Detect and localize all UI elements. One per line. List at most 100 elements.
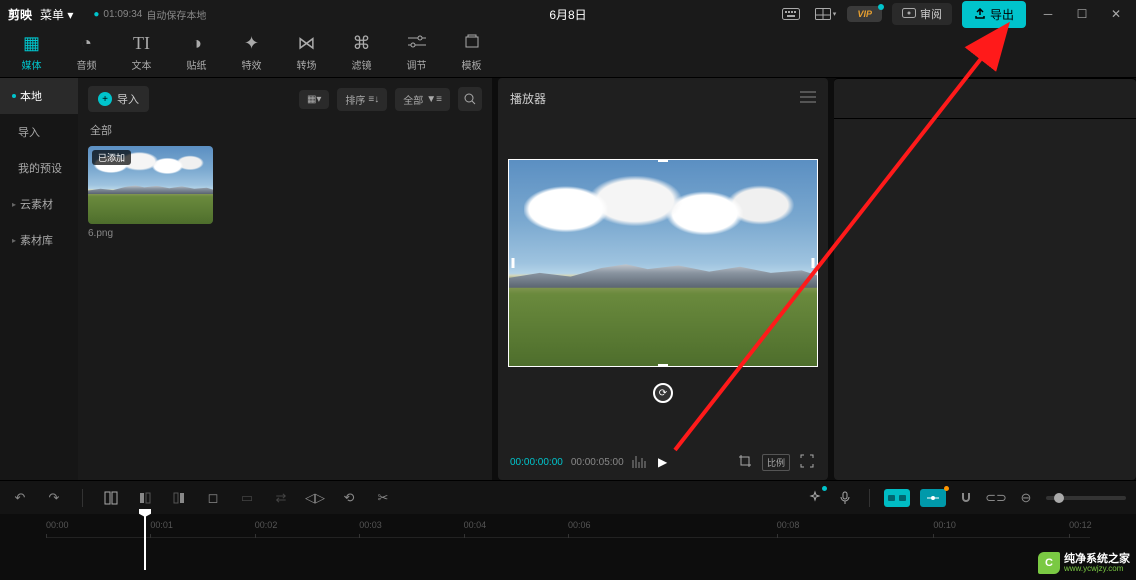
- track-chip-1[interactable]: [884, 489, 910, 507]
- sort-icon: ≡↓: [368, 94, 379, 105]
- autosave-text: 自动保存本地: [146, 7, 206, 22]
- media-toolbar: + 导入 ▦▾ 排序 ≡↓ 全部 ▼≡: [88, 86, 482, 112]
- sidebar-item-local[interactable]: 本地: [0, 78, 78, 114]
- crop-button[interactable]: ◻: [203, 488, 223, 508]
- media-sidebar: 本地 导入 我的预设 ▸ 云素材 ▸ 素材库: [0, 78, 78, 480]
- zoom-slider[interactable]: [1046, 496, 1126, 500]
- project-name[interactable]: 6月8日: [549, 6, 586, 23]
- app-logo: 剪映: [8, 6, 32, 23]
- fullscreen-icon[interactable]: [798, 454, 816, 471]
- crop2-button[interactable]: ✂: [373, 488, 393, 508]
- timeline[interactable]: 00:00 00:01 00:02 00:03 00:04 00:06 00:0…: [0, 514, 1136, 574]
- sidebar-label: 导入: [18, 124, 40, 140]
- magic-button[interactable]: [805, 488, 825, 508]
- layout-icon[interactable]: ▾: [813, 4, 837, 24]
- media-thumb[interactable]: 已添加 6.png: [88, 146, 213, 239]
- play-button[interactable]: ▶: [654, 455, 672, 469]
- keyboard-icon[interactable]: [779, 4, 803, 24]
- added-tag: 已添加: [92, 150, 131, 165]
- track-chip-2[interactable]: [920, 489, 946, 507]
- tab-audio[interactable]: ◔ 音频: [59, 28, 114, 77]
- sidebar-item-import[interactable]: 导入: [0, 114, 78, 150]
- filter-button[interactable]: 全部 ▼≡: [395, 88, 450, 111]
- eq-icon[interactable]: [632, 456, 646, 468]
- sidebar-label: 云素材: [20, 196, 53, 212]
- main-area: 本地 导入 我的预设 ▸ 云素材 ▸ 素材库 + 导入: [0, 78, 1136, 480]
- tick: 00:01: [150, 520, 173, 530]
- review-icon: [902, 8, 916, 20]
- close-button[interactable]: ✕: [1104, 2, 1128, 26]
- player-canvas[interactable]: ⟳: [498, 118, 828, 444]
- tab-label: 模板: [462, 57, 482, 72]
- tab-template[interactable]: 模板: [444, 28, 499, 77]
- import-button[interactable]: + 导入: [88, 86, 149, 112]
- effects-icon: ✦: [244, 33, 259, 54]
- player-menu-icon[interactable]: [800, 91, 816, 106]
- magnet-button[interactable]: [956, 488, 976, 508]
- vip-button[interactable]: VIP: [847, 6, 882, 22]
- audio-icon: ◔: [81, 33, 92, 54]
- tick: 00:00: [46, 520, 69, 530]
- tab-media[interactable]: ▦ 媒体: [4, 28, 59, 77]
- caret-icon: ▸: [12, 200, 16, 209]
- thumb-image: 已添加: [88, 146, 213, 224]
- menu-button[interactable]: 菜单 ▾: [40, 6, 73, 23]
- check-icon: ●: [93, 9, 99, 20]
- sidebar-item-cloud[interactable]: ▸ 云素材: [0, 186, 78, 222]
- tab-label: 调节: [407, 57, 427, 72]
- media-panel: 本地 导入 我的预设 ▸ 云素材 ▸ 素材库 + 导入: [0, 78, 492, 480]
- thumb-name: 6.png: [88, 228, 213, 239]
- tab-label: 文本: [132, 57, 152, 72]
- mic-button[interactable]: [835, 488, 855, 508]
- inspector-header: [834, 79, 1136, 119]
- toolbar-right: ⊂⊃ ⊖: [805, 488, 1126, 508]
- minimize-button[interactable]: ─: [1036, 2, 1060, 26]
- tab-filter[interactable]: ⌘ 滤镜: [334, 28, 389, 77]
- autosave-status: ● 01:09:34 自动保存本地: [93, 7, 206, 22]
- watermark-logo-icon: C: [1038, 552, 1060, 574]
- tab-sticker[interactable]: ◑ 贴纸: [169, 28, 224, 77]
- time-duration: 00:00:05:00: [571, 457, 624, 468]
- timeline-ruler[interactable]: 00:00 00:01 00:02 00:03 00:04 00:06 00:0…: [46, 520, 1090, 538]
- crop-icon[interactable]: [736, 454, 754, 471]
- playhead[interactable]: [144, 514, 146, 570]
- titlebar-right: ▾ VIP 审阅 导出 ─ ☐ ✕: [779, 1, 1128, 28]
- sidebar-label: 本地: [20, 88, 42, 104]
- tab-transition[interactable]: ⋈ 转场: [279, 28, 334, 77]
- grid-toggle[interactable]: ▦▾: [299, 90, 329, 109]
- rotate-button[interactable]: ⟲: [339, 488, 359, 508]
- ratio-button[interactable]: 比例: [762, 454, 790, 471]
- sidebar-item-preset[interactable]: 我的预设: [0, 150, 78, 186]
- player-header: 播放器: [498, 78, 828, 118]
- grid-icon: ▦▾: [307, 94, 321, 105]
- maximize-button[interactable]: ☐: [1070, 2, 1094, 26]
- split-button[interactable]: [101, 488, 121, 508]
- canvas-frame[interactable]: [508, 159, 818, 367]
- reverse-button[interactable]: ⇄: [271, 488, 291, 508]
- filter-icon: ▼≡: [426, 94, 442, 105]
- export-icon: [974, 8, 986, 20]
- mirror-button[interactable]: ◁▷: [305, 488, 325, 508]
- export-button[interactable]: 导出: [962, 1, 1026, 28]
- link-button[interactable]: ⊂⊃: [986, 488, 1006, 508]
- review-button[interactable]: 审阅: [892, 3, 952, 25]
- split-left-button[interactable]: [135, 488, 155, 508]
- rotate-handle[interactable]: ⟳: [653, 383, 673, 403]
- freeze-button[interactable]: ▭: [237, 488, 257, 508]
- watermark: C 纯净系统之家 www.ycwjzy.com: [1038, 552, 1130, 574]
- sidebar-item-library[interactable]: ▸ 素材库: [0, 222, 78, 258]
- plus-icon: +: [98, 92, 112, 106]
- sidebar-label: 素材库: [20, 232, 53, 248]
- edit-toolbar: ↶ ↷ ◻ ▭ ⇄ ◁▷ ⟲ ✂ ⊂⊃ ⊖: [0, 480, 1136, 514]
- zoom-out-button[interactable]: ⊖: [1016, 488, 1036, 508]
- tab-label: 特效: [242, 57, 262, 72]
- tab-text[interactable]: TI 文本: [114, 28, 169, 77]
- text-icon: TI: [133, 33, 150, 54]
- tab-adjust[interactable]: 调节: [389, 28, 444, 77]
- redo-button[interactable]: ↷: [44, 488, 64, 508]
- split-right-button[interactable]: [169, 488, 189, 508]
- undo-button[interactable]: ↶: [10, 488, 30, 508]
- tab-effects[interactable]: ✦ 特效: [224, 28, 279, 77]
- search-button[interactable]: [458, 87, 482, 111]
- sort-button[interactable]: 排序 ≡↓: [337, 88, 387, 111]
